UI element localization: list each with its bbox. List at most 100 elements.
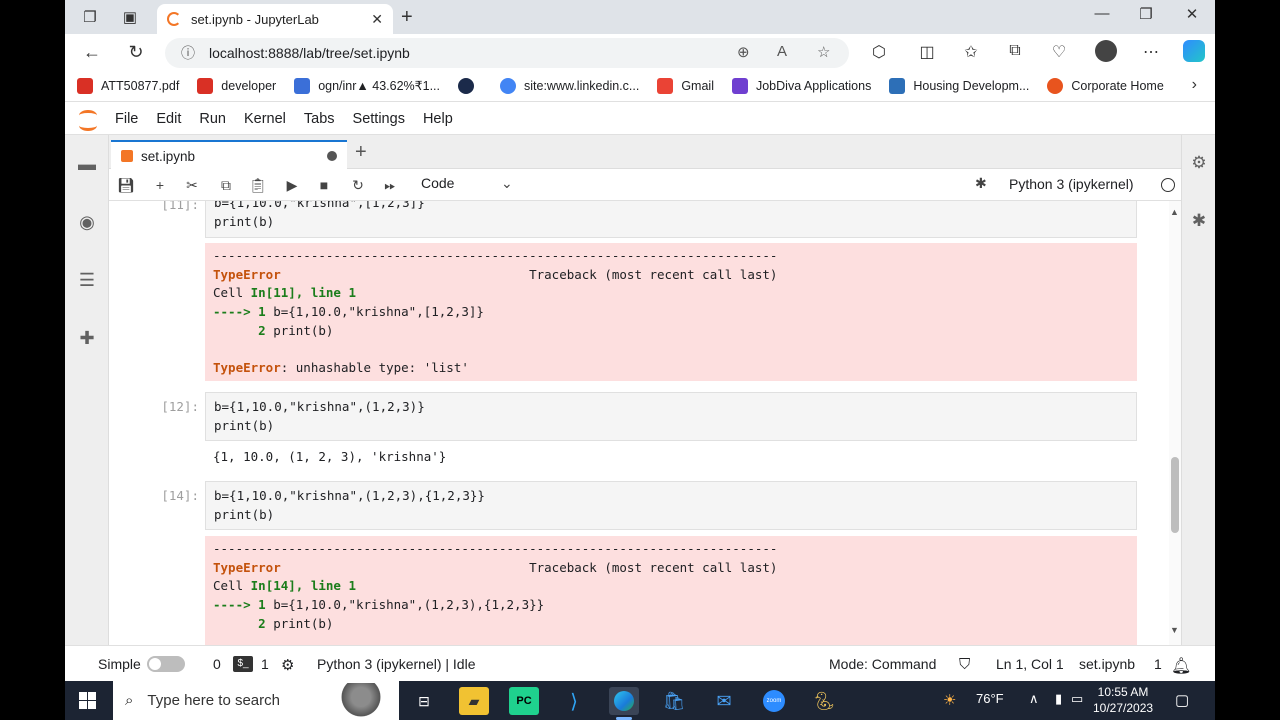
terminal-count[interactable]: 0 — [213, 656, 221, 672]
back-icon[interactable]: ← — [79, 40, 105, 64]
menu-run[interactable]: Kernel — [244, 111, 286, 127]
code-cell-12[interactable]: b={1,10.0,"krishna",(1,2,3)} print(b) — [205, 392, 1137, 441]
performance-icon[interactable]: ♡ — [1047, 42, 1071, 62]
terminal-icon[interactable]: $_ — [233, 656, 253, 672]
close-tab-icon[interactable]: ✕ — [371, 11, 383, 28]
simple-mode-toggle[interactable] — [147, 656, 185, 672]
zoom-icon[interactable]: ⊕ — [737, 43, 750, 61]
network-icon[interactable]: ▭ — [1071, 691, 1083, 707]
edge-browser-icon[interactable] — [609, 687, 639, 720]
code-cell-11[interactable]: b={1,10.0,"krishna",[1,2,3]} print(b) — [205, 201, 1137, 238]
windows-start-icon[interactable] — [79, 692, 96, 709]
scrollbar-thumb[interactable] — [1171, 457, 1179, 533]
pen-icon[interactable]: ▮ — [1055, 691, 1062, 707]
collections-icon[interactable]: ⧉ — [1003, 42, 1027, 60]
add-cell-icon[interactable]: + — [149, 175, 171, 195]
bookmark-item[interactable]: site:www.linkedin.c... — [500, 77, 639, 94]
new-tab-icon[interactable]: + — [401, 6, 413, 29]
extensions-icon[interactable]: ⬡ — [867, 42, 891, 62]
task-view-icon[interactable]: ⊟ — [409, 687, 439, 715]
run-icon[interactable]: ▶ — [281, 175, 303, 195]
kernel-status-text[interactable]: Python 3 (ipykernel) | Idle — [317, 656, 476, 672]
menu-tabs[interactable]: Settings — [353, 111, 405, 127]
folder-icon[interactable]: ▬ — [76, 153, 98, 175]
new-launcher-icon[interactable]: + — [355, 141, 367, 164]
weather-temp[interactable]: 76°F — [976, 691, 1004, 706]
restart-icon[interactable]: ↻ — [347, 175, 369, 195]
browser-tab-title: set.ipynb - JupyterLab — [191, 11, 319, 27]
zoom-app-icon[interactable]: zoom — [759, 687, 789, 715]
minimize-icon[interactable]: — — [1080, 5, 1124, 22]
bookmark-item[interactable]: Gmail — [657, 77, 714, 94]
google-icon — [500, 77, 516, 94]
system-clock[interactable]: 10:55 AM 10/27/2023 — [1093, 684, 1153, 716]
refresh-icon[interactable]: ↻ — [123, 40, 149, 64]
notebook-scrollbar[interactable]: ▲ ▼ — [1169, 201, 1181, 645]
more-options-icon[interactable]: ⋯ — [1139, 42, 1163, 62]
simple-mode-label: Simple — [98, 656, 141, 672]
notebook-tab[interactable]: set.ipynb — [111, 140, 347, 170]
extensions-puzzle-icon[interactable]: ✚ — [76, 327, 98, 349]
profile-avatar[interactable] — [1095, 40, 1117, 62]
bell-icon[interactable]: 🔔︎ — [1171, 656, 1191, 676]
fast-forward-icon[interactable]: ⏩︎ — [379, 175, 401, 195]
weather-icon[interactable]: ☀ — [943, 691, 956, 709]
table-of-contents-icon[interactable]: ☰ — [76, 269, 98, 291]
python-launcher-icon[interactable]: 🐍︎ — [809, 687, 839, 715]
scroll-up-icon[interactable]: ▲ — [1170, 207, 1179, 217]
vscode-icon[interactable]: ⟩ — [559, 687, 589, 715]
cut-icon[interactable]: ✂ — [181, 175, 203, 195]
split-screen-icon[interactable]: ◫ — [915, 42, 939, 62]
error-output-11: ----------------------------------------… — [205, 243, 1137, 381]
tab-actions-icon[interactable]: ▣ — [119, 6, 141, 28]
notebook-cells[interactable]: [11]: b={1,10.0,"krishna",[1,2,3]} print… — [109, 201, 1169, 645]
kernel-chip-icon[interactable]: ⚙ — [281, 656, 294, 674]
menu-edit[interactable]: Edit — [156, 111, 181, 127]
debugger-icon[interactable]: ✱ — [975, 175, 987, 192]
pycharm-icon[interactable]: PC — [509, 687, 539, 715]
cursor-position[interactable]: Ln 1, Col 1 — [996, 656, 1064, 672]
save-icon[interactable]: 💾︎ — [115, 175, 137, 195]
code-cell-14[interactable]: b={1,10.0,"krishna",(1,2,3),{1,2,3}} pri… — [205, 481, 1137, 530]
address-bar[interactable]: ⓘ localhost:8888/lab/tree/set.ipynb ⊕ A … — [165, 38, 849, 68]
store-icon[interactable]: 🛍︎ — [659, 687, 689, 715]
mail-icon[interactable]: ✉ — [709, 687, 739, 715]
menu-file[interactable]: File — [115, 111, 138, 127]
bookmark-item[interactable]: Housing Developm... — [889, 77, 1029, 94]
paste-icon[interactable]: 📋︎ — [247, 175, 269, 195]
browser-tab-active[interactable]: set.ipynb - JupyterLab ✕ — [157, 4, 393, 34]
kernel-name[interactable]: Python 3 (ipykernel) — [1009, 176, 1134, 192]
menu-settings[interactable]: Help — [423, 111, 453, 127]
trust-shield-icon[interactable]: ⛉ — [959, 656, 970, 673]
kernel-count[interactable]: 1 — [261, 656, 269, 672]
copilot-icon[interactable] — [1183, 40, 1205, 62]
maximize-icon[interactable]: ❐ — [1124, 5, 1168, 23]
favorite-star-icon[interactable]: ☆ — [817, 43, 830, 61]
tray-expand-icon[interactable]: ∧ — [1029, 691, 1039, 707]
stop-icon[interactable]: ■ — [313, 175, 335, 195]
taskbar-search[interactable]: ⌕ Type here to search — [113, 681, 399, 720]
running-kernels-icon[interactable]: ◉ — [76, 211, 98, 233]
favorites-icon[interactable]: ✩ — [959, 42, 983, 62]
bookmark-item[interactable]: JobDiva Applications — [731, 77, 871, 94]
bookmark-item[interactable] — [458, 77, 482, 94]
bookmark-item[interactable]: developer — [197, 77, 276, 94]
copy-icon[interactable]: ⧉ — [215, 175, 237, 195]
unsaved-dot-icon[interactable] — [327, 151, 337, 161]
debugger-panel-icon[interactable]: ✱ — [1188, 211, 1210, 233]
file-explorer-icon[interactable]: ▰ — [459, 687, 489, 715]
workspaces-icon[interactable]: ❐ — [79, 6, 101, 28]
close-window-icon[interactable]: ✕ — [1170, 5, 1214, 23]
chevron-right-icon[interactable]: › — [1192, 76, 1197, 94]
site-info-icon[interactable]: ⓘ — [181, 43, 195, 63]
cell-type-select[interactable]: Code ⌄ — [421, 175, 513, 191]
read-aloud-icon[interactable]: A — [777, 43, 787, 60]
scroll-down-icon[interactable]: ▼ — [1170, 625, 1179, 635]
bookmark-item[interactable]: ATT50877.pdf — [77, 77, 179, 94]
menu-kernel[interactable]: Tabs — [304, 111, 335, 127]
menu-view[interactable]: Run — [199, 111, 226, 127]
property-inspector-icon[interactable]: ⚙ — [1188, 153, 1210, 175]
notification-center-icon[interactable]: ▢ — [1175, 691, 1189, 709]
bookmark-item[interactable]: Corporate Home — [1047, 77, 1164, 94]
bookmark-item[interactable]: ogn/inr▲ 43.62%₹1... — [294, 77, 440, 94]
